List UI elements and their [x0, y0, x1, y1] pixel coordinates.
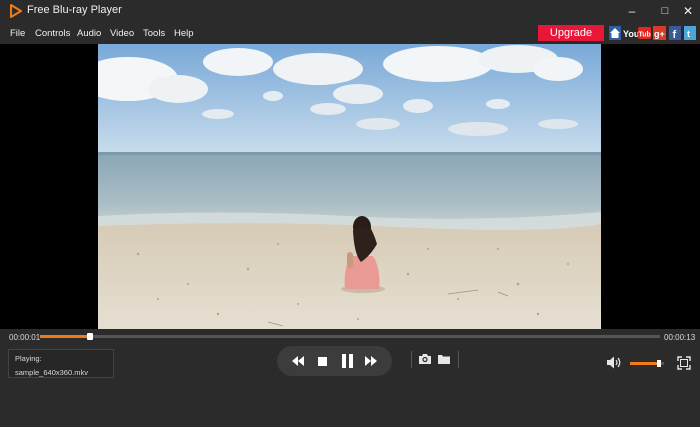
- svg-text:t: t: [687, 29, 690, 39]
- player-window: Free Blu-ray Player – □ ✕ File Controls …: [0, 0, 700, 427]
- fast-forward-button[interactable]: [360, 346, 382, 376]
- upgrade-button[interactable]: Upgrade: [538, 25, 604, 41]
- stop-button[interactable]: [312, 346, 332, 376]
- volume-slider[interactable]: [630, 360, 664, 367]
- menu-tools[interactable]: Tools: [143, 28, 165, 39]
- svg-text:g+: g+: [654, 29, 665, 39]
- fast-forward-icon: [365, 356, 377, 366]
- maximize-button[interactable]: □: [657, 3, 673, 19]
- camera-icon[interactable]: [418, 353, 432, 365]
- menu-file[interactable]: File: [10, 28, 25, 39]
- rewind-button[interactable]: [287, 346, 309, 376]
- divider: [411, 351, 412, 368]
- svg-text:f: f: [673, 29, 677, 40]
- minimize-button[interactable]: –: [624, 3, 640, 19]
- playing-file-name: sample_640x360.mkv: [15, 368, 88, 377]
- seek-progress: [40, 335, 90, 338]
- current-time: 00:00:01: [9, 333, 41, 342]
- seek-handle[interactable]: [86, 333, 93, 340]
- title-bar: Free Blu-ray Player – □ ✕: [0, 0, 700, 22]
- pause-icon: [341, 354, 353, 368]
- svg-text:Tube: Tube: [639, 32, 652, 39]
- stop-icon: [317, 356, 327, 366]
- divider: [458, 351, 459, 368]
- total-time: 00:00:13: [664, 333, 696, 342]
- control-panel: [0, 329, 700, 427]
- home-icon[interactable]: [609, 26, 621, 40]
- transport-controls: [277, 346, 392, 376]
- menu-audio[interactable]: Audio: [77, 28, 101, 39]
- twitter-icon[interactable]: t: [684, 26, 696, 40]
- menu-help[interactable]: Help: [174, 28, 194, 39]
- close-button[interactable]: ✕: [680, 3, 696, 19]
- video-frame: [98, 44, 601, 329]
- pause-button[interactable]: [336, 346, 358, 376]
- now-playing-panel: Playing: sample_640x360.mkv: [8, 349, 114, 378]
- google-plus-icon[interactable]: g+: [653, 26, 666, 40]
- svg-text:You: You: [623, 29, 639, 39]
- facebook-icon[interactable]: f: [669, 26, 681, 40]
- volume-handle[interactable]: [656, 360, 661, 367]
- play-logo-icon: [10, 4, 22, 18]
- menu-video[interactable]: Video: [110, 28, 134, 39]
- playing-label: Playing:: [15, 354, 42, 363]
- volume-level: [630, 362, 659, 365]
- folder-icon[interactable]: [437, 353, 451, 365]
- volume-icon[interactable]: [607, 356, 622, 369]
- seek-bar[interactable]: [40, 333, 660, 340]
- youtube-icon[interactable]: You Tube: [623, 26, 651, 40]
- rewind-icon: [292, 356, 304, 366]
- app-title: Free Blu-ray Player: [27, 4, 122, 16]
- fullscreen-icon[interactable]: [677, 356, 691, 370]
- video-area[interactable]: [0, 44, 700, 329]
- menu-controls[interactable]: Controls: [35, 28, 70, 39]
